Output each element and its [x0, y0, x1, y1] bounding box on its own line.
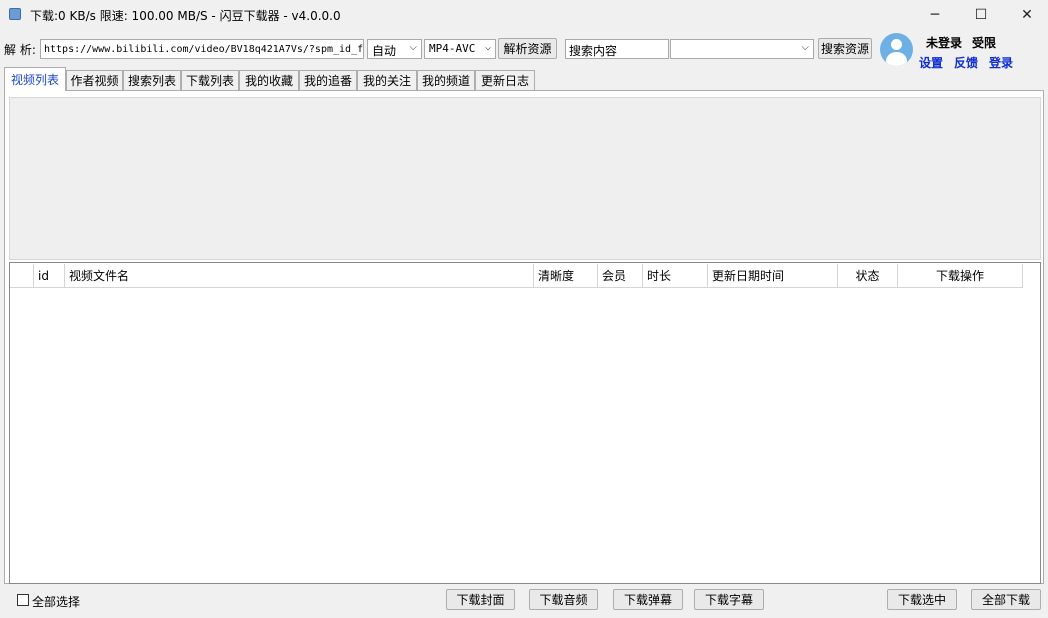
download-all-button[interactable]: 全部下载	[971, 589, 1041, 610]
video-table[interactable]	[9, 262, 1041, 584]
tab-my-bangumi[interactable]: 我的追番	[299, 70, 357, 90]
window-title: 下载:0 KB/s 限速: 100.00 MB/S - 闪豆下载器 - v4.0…	[30, 9, 341, 23]
login-status: 未登录	[926, 36, 963, 50]
title-bar: 下载:0 KB/s 限速: 100.00 MB/S - 闪豆下载器 - v4.0…	[0, 0, 1048, 30]
column-header-duration[interactable]: 时长	[643, 264, 708, 288]
select-all-checkbox[interactable]	[17, 594, 29, 606]
column-header-vip[interactable]: 会员	[598, 264, 643, 288]
settings-link[interactable]: 设置	[919, 54, 943, 71]
feedback-link[interactable]: 反馈	[954, 54, 978, 71]
search-input[interactable]: 搜索内容	[565, 39, 669, 59]
select-all-label[interactable]: 全部选择	[32, 593, 80, 610]
tab-my-favorites[interactable]: 我的收藏	[239, 70, 299, 90]
quality-select-value: 自动	[372, 44, 397, 58]
parse-button[interactable]: 解析资源	[498, 38, 557, 59]
app-icon	[9, 8, 21, 20]
login-link[interactable]: 登录	[989, 54, 1013, 71]
tab-my-following[interactable]: 我的关注	[357, 70, 417, 90]
chevron-down-icon: ⌵	[484, 42, 491, 53]
column-header-status[interactable]: 状态	[838, 264, 898, 288]
access-status: 受限	[972, 36, 997, 50]
column-header-quality[interactable]: 清晰度	[534, 264, 598, 288]
search-type-select[interactable]: ⌵	[670, 39, 814, 59]
tab-download-list[interactable]: 下载列表	[181, 70, 239, 90]
column-header-updated[interactable]: 更新日期时间	[708, 264, 838, 288]
download-selected-button[interactable]: 下载选中	[887, 589, 957, 610]
maximize-button[interactable]: ☐	[958, 0, 1004, 30]
search-button[interactable]: 搜索资源	[818, 38, 872, 59]
url-input[interactable]: https://www.bilibili.com/video/BV18q421A…	[40, 39, 364, 59]
minimize-button[interactable]: ─	[912, 0, 958, 30]
tab-search-list[interactable]: 搜索列表	[123, 70, 181, 90]
chevron-down-icon: ⌵	[801, 42, 809, 53]
download-subtitle-button[interactable]: 下载字幕	[694, 589, 764, 610]
tab-author-videos[interactable]: 作者视频	[66, 70, 123, 90]
chevron-down-icon: ⌵	[409, 42, 417, 53]
column-header-filename[interactable]: 视频文件名	[65, 264, 534, 288]
column-header-action[interactable]: 下载操作	[898, 264, 1023, 288]
close-button[interactable]: ✕	[1004, 0, 1048, 30]
tab-changelog[interactable]: 更新日志	[475, 70, 535, 90]
table-header: id 视频文件名 清晰度 会员 时长 更新日期时间 状态 下载操作	[10, 264, 1023, 288]
download-cover-button[interactable]: 下载封面	[446, 589, 515, 610]
parse-label: 解 析:	[4, 43, 36, 57]
download-audio-button[interactable]: 下载音频	[529, 589, 598, 610]
format-select-value: MP4-AVC	[429, 42, 476, 55]
quality-select[interactable]: 自动 ⌵	[367, 39, 422, 59]
format-select[interactable]: MP4-AVC ⌵	[424, 39, 496, 59]
tab-my-channels[interactable]: 我的频道	[417, 70, 475, 90]
column-header-select[interactable]	[10, 264, 34, 288]
column-header-id[interactable]: id	[34, 264, 65, 288]
download-danmaku-button[interactable]: 下载弹幕	[613, 589, 683, 610]
preview-area	[9, 97, 1041, 260]
tab-video-list[interactable]: 视频列表	[4, 67, 66, 91]
user-avatar-icon[interactable]	[880, 33, 913, 66]
